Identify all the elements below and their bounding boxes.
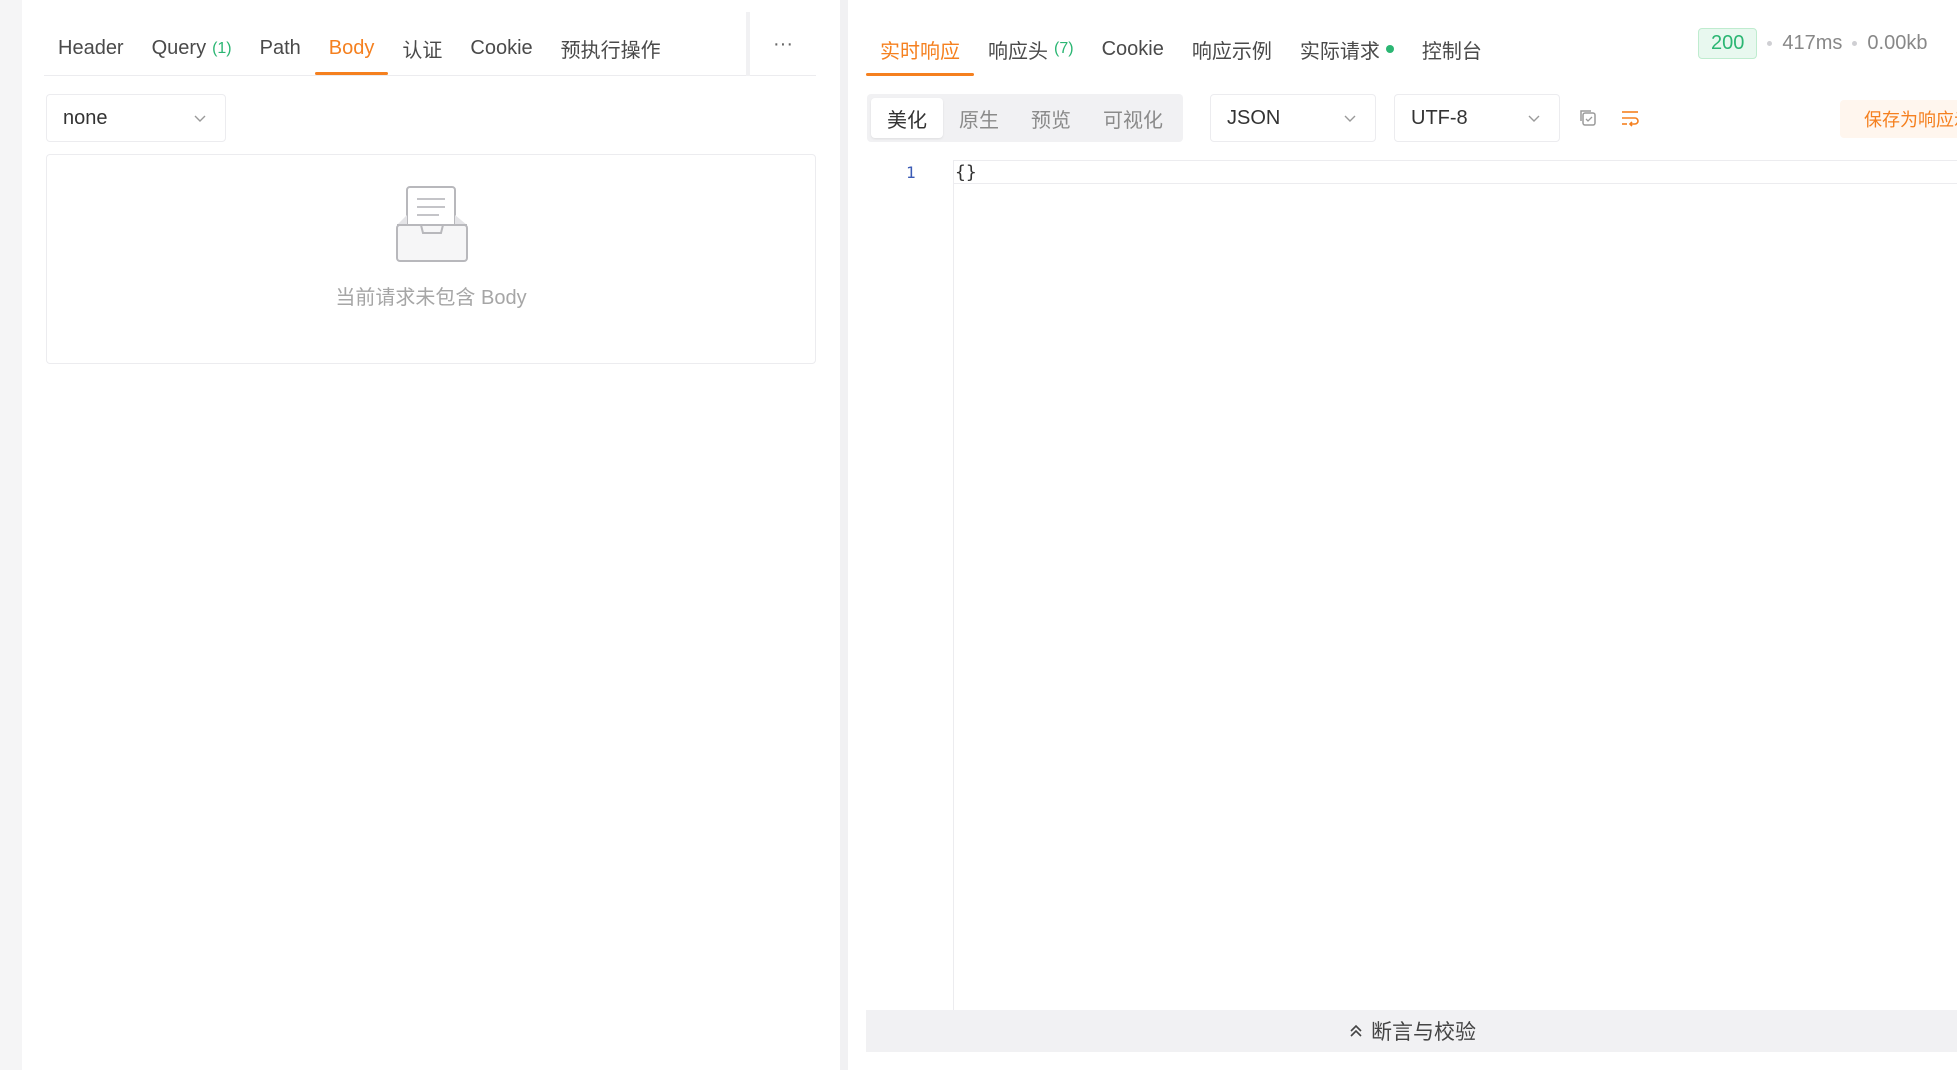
tab-label: Path [259,37,301,59]
select-value: UTF-8 [1411,106,1468,129]
active-line-highlight [954,160,1957,184]
tab-label: 响应头 [988,40,1048,63]
wrap-lines-icon[interactable] [1618,106,1642,130]
tab-label: 响应示例 [1191,40,1272,63]
line-number: 1 [906,163,916,182]
chevron-down-icon [194,115,206,122]
response-status: 200 417ms 0.00kb [1698,26,1927,60]
tab-label: Query [151,37,207,59]
tab-body[interactable]: Body [314,22,389,75]
tab-response-headers[interactable]: 响应头 (7) [974,22,1088,76]
select-value: none [63,106,108,129]
tab-header[interactable]: Header [44,22,138,75]
response-size: 0.00kb [1867,31,1928,54]
empty-message: 当前请求未包含 Body [335,287,527,309]
tab-console[interactable]: 控制台 [1408,22,1496,76]
tab-count: (1) [212,39,232,57]
tab-live-response[interactable]: 实时响应 [866,22,974,76]
tab-response-examples[interactable]: 响应示例 [1178,22,1286,76]
chevron-down-icon [1528,115,1540,122]
separator-dot [1852,40,1858,46]
tab-label: 实际请求 [1299,40,1380,63]
chevron-double-up-icon [1350,1024,1362,1037]
body-empty-state: 当前请求未包含 Body [46,154,816,364]
chevron-down-icon [1344,115,1356,122]
format-select[interactable]: JSON [1210,94,1376,142]
request-tabs: Header Query (1) Path Body 认证 Cookie 预执行操… [44,22,816,76]
panel-resizer[interactable] [840,0,848,1070]
view-mode-switch: 美化 原生 预览 可视化 [867,94,1183,142]
more-tabs-button[interactable]: ··· [746,12,816,76]
empty-box-icon [396,186,468,262]
view-mode-pretty[interactable]: 美化 [871,98,943,138]
view-mode-visualize[interactable]: 可视化 [1087,98,1179,138]
tab-response-cookie[interactable]: Cookie [1088,22,1178,76]
tab-label: Header [58,37,124,59]
response-time: 417ms [1782,31,1843,54]
tab-label: Cookie [1101,37,1164,60]
copy-icon[interactable] [1576,106,1600,130]
line-gutter: 1 [866,160,954,1010]
select-value: JSON [1227,106,1281,129]
view-mode-preview[interactable]: 预览 [1015,98,1087,138]
tab-auth[interactable]: 认证 [388,22,456,75]
response-tabs: 实时响应 响应头 (7) Cookie 响应示例 实际请求 控制台 [866,22,1496,76]
tab-label: 预执行操作 [560,40,661,62]
tab-label: 认证 [402,40,443,62]
tab-label: Cookie [470,37,533,59]
view-mode-raw[interactable]: 原生 [943,98,1015,138]
separator-dot [1767,40,1773,46]
tab-pre-request[interactable]: 预执行操作 [547,22,675,75]
tab-count: (7) [1054,40,1074,57]
app-window: Header Query (1) Path Body 认证 Cookie 预执行操… [0,0,1957,1070]
encoding-select[interactable]: UTF-8 [1394,94,1560,142]
more-icon: ··· [773,32,793,55]
assertions-label: 断言与校验 [1371,1021,1476,1044]
tab-query[interactable]: Query (1) [138,22,246,75]
response-editor[interactable]: 1 {} [866,160,1957,1010]
status-code-badge: 200 [1698,27,1758,59]
status-dot [1385,45,1394,53]
save-as-example-button[interactable]: 保存为响应示例 [1840,100,1957,138]
tab-path[interactable]: Path [246,22,315,75]
tab-label: 实时响应 [880,40,960,63]
tab-label: 控制台 [1421,40,1482,63]
body-type-select[interactable]: none [46,94,226,142]
tab-cookie[interactable]: Cookie [456,22,546,75]
tab-actual-request[interactable]: 实际请求 [1286,22,1408,76]
assertions-toggle-bar[interactable]: 断言与校验 [866,1010,1957,1052]
tab-label: Body [328,37,375,59]
code-line: {} [955,162,977,183]
